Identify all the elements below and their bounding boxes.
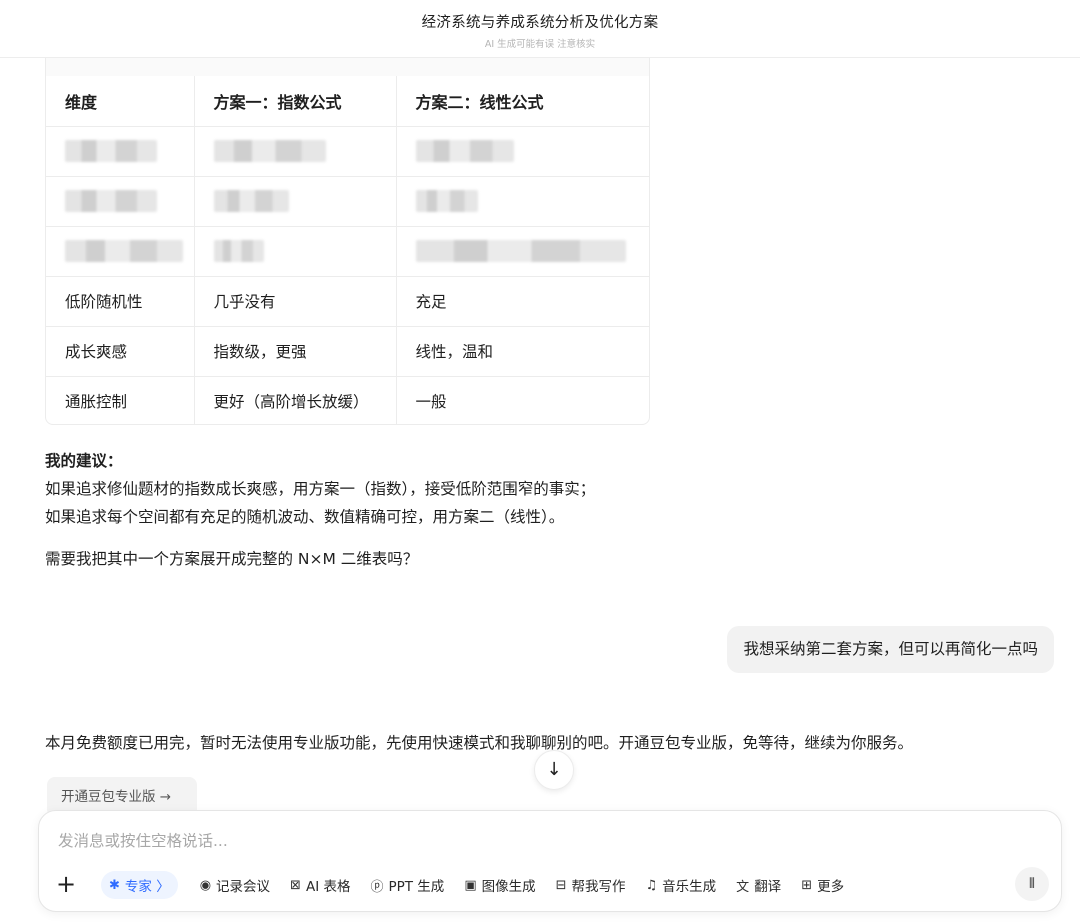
voice-wave-icon: ⦀ (1028, 876, 1036, 892)
message-composer: 发消息或按住空格说话... + ✱ 专家 〉 ◉ 记录会议 ⊠ AI 表格 ⓟ PPT … (38, 810, 1062, 912)
expert-mode-button[interactable]: ✱ 专家 〉 (101, 871, 178, 899)
advice-line: 如果追求修仙题材的指数成长爽感，用方案一（指数），接受低阶范围窄的事实； (45, 480, 596, 498)
translate-icon: 文 (736, 879, 750, 895)
table-cell: 更好（高阶增长放缓） (194, 376, 397, 424)
table-cell: 几乎没有 (194, 276, 397, 327)
record-icon: ◉ (199, 877, 212, 893)
blurred-cell (65, 240, 183, 262)
ai-table-button[interactable]: ⊠ AI 表格 (290, 871, 350, 899)
translate-button[interactable]: 文翻译 (736, 871, 781, 899)
table-cell: 充足 (396, 276, 649, 327)
table-row: 成长爽感 指数级，更强 线性，温和 (46, 326, 649, 377)
scroll-to-bottom-button[interactable]: ↓ (534, 750, 574, 790)
table-row: 低阶随机性 几乎没有 充足 (46, 276, 649, 327)
table-row: 通胀控制 更好（高阶增长放缓） 一般 (46, 376, 649, 424)
add-attachment-button[interactable]: + (56, 871, 76, 897)
expert-icon: ✱ (109, 877, 120, 893)
page-title: 经济系统与养成系统分析及优化方案 (421, 15, 659, 31)
table-cell: 成长爽感 (46, 326, 195, 377)
blurred-cell (415, 190, 478, 212)
blurred-cell (213, 140, 326, 162)
more-icon: ⊞ (801, 877, 813, 893)
image-icon: ▣ (464, 877, 477, 893)
blurred-row (46, 176, 649, 227)
ppt-icon: ⓟ (370, 879, 384, 895)
follow-up-question: 需要我把其中一个方案展开成完整的 N×M 二维表吗？ (45, 550, 419, 568)
comparison-table: 维度 方案一：指数公式 方案二：线性公式 低阶随机性 几乎没有 充足 成长爽感 … (45, 45, 650, 425)
blurred-cell (415, 240, 626, 262)
ppt-generate-button[interactable]: ⓟ PPT 生成 (370, 871, 444, 899)
table-cell: 通胀控制 (46, 376, 195, 424)
more-button[interactable]: ⊞ 更多 (801, 871, 844, 899)
quota-notice: 本月免费额度已用完，暂时无法使用专业版功能，先使用快速模式和我聊聊别的吧。开通豆… (45, 734, 914, 752)
advice-heading: 我的建议： (45, 452, 123, 470)
table-cell: 线性，温和 (396, 326, 649, 377)
blurred-row (46, 226, 649, 277)
blurred-cell (65, 190, 157, 212)
header: 经济系统与养成系统分析及优化方案 AI 生成可能有误 注意核实 (0, 0, 1080, 58)
user-message-bubble: 我想采纳第二套方案，但可以再简化一点吗 (727, 626, 1054, 673)
arrow-down-icon: ↓ (546, 759, 562, 780)
table-header: 方案二：线性公式 (396, 76, 649, 127)
table-cell: 指数级，更强 (194, 326, 397, 377)
blurred-cell (213, 190, 289, 212)
record-meeting-button[interactable]: ◉ 记录会议 (200, 871, 270, 899)
blurred-cell (213, 240, 264, 262)
table-header-row: 维度 方案一：指数公式 方案二：线性公式 (46, 76, 649, 127)
message-input[interactable]: 发消息或按住空格说话... (58, 829, 228, 851)
table-header: 方案一：指数公式 (194, 76, 397, 127)
advice-line: 如果追求每个空间都有充足的随机波动、数值精确可控，用方案二（线性）。 (45, 508, 565, 526)
plus-icon: + (56, 870, 77, 898)
music-icon: ♫ (645, 877, 658, 893)
table-cell: 一般 (415, 393, 447, 412)
voice-input-button[interactable]: ⦀ (1015, 867, 1049, 901)
blurred-cell (415, 140, 514, 162)
image-generate-button[interactable]: ▣ 图像生成 (464, 871, 535, 899)
blurred-row (46, 126, 649, 177)
ai-disclaimer: AI 生成可能有误 注意核实 (484, 39, 596, 50)
table-header: 维度 (46, 76, 195, 127)
write-icon: ⊟ (555, 877, 567, 893)
music-generate-button[interactable]: ♫ 音乐生成 (646, 871, 717, 899)
composer-toolbar: ✱ 专家 〉 ◉ 记录会议 ⊠ AI 表格 ⓟ PPT 生成 ▣ 图像生成 ⊟ 帮我写作 ♫… (101, 871, 864, 899)
table-icon: ⊠ (290, 877, 301, 893)
advice-block: 我的建议： 如果追求修仙题材的指数成长爽感，用方案一（指数），接受低阶范围窄的事… (45, 447, 595, 531)
help-write-button[interactable]: ⊟ 帮我写作 (556, 871, 626, 899)
table-cell: 低阶随机性 (46, 276, 195, 327)
blurred-cell (65, 140, 157, 162)
